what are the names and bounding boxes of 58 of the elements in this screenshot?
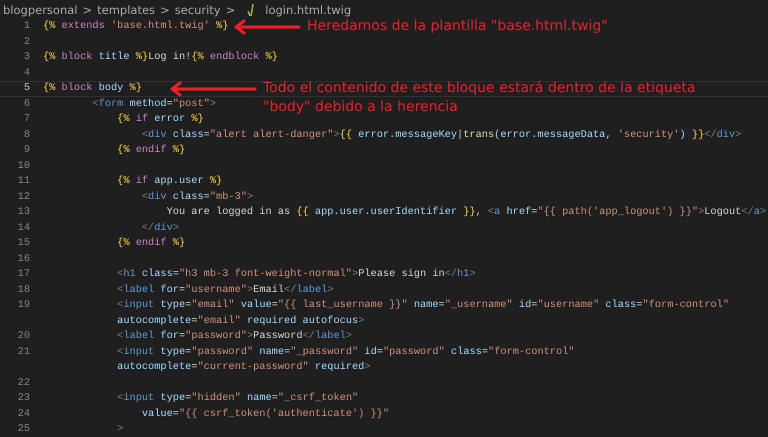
code-line: {% block body %} bbox=[43, 81, 142, 96]
code-line: <div class="alert alert-danger">{{ error.messageKey|trans(error.messageData, 'security') }}</div> bbox=[140, 128, 742, 142]
code-line: value="{{ csrf_token('authenticate') }}" bbox=[140, 406, 390, 422]
line-number: 16 bbox=[16, 252, 30, 266]
code-line: {% endif %} bbox=[116, 236, 186, 251]
code-line: You are logged in as {{ app.user.userIdentifier }}, <a href="{{ path('app_logout') }}">Logout</a> bbox=[166, 205, 766, 220]
code-line: <div class="mb-3"> bbox=[140, 190, 254, 204]
line-number: 14 bbox=[16, 220, 30, 236]
code-line: <form method="post"> bbox=[91, 96, 216, 112]
breadcrumb-item[interactable]: security bbox=[174, 2, 221, 16]
line-number: 5 bbox=[22, 81, 30, 96]
breadcrumb-separator: > bbox=[226, 2, 236, 16]
code-line: > bbox=[116, 422, 124, 437]
breadcrumb-item[interactable]: login.html.twig bbox=[265, 2, 352, 16]
breadcrumb-separator: > bbox=[82, 2, 92, 16]
line-number: 11 bbox=[16, 174, 30, 189]
line-number: 1 bbox=[22, 19, 30, 34]
code-line: {% if app.user %} bbox=[116, 174, 222, 189]
line-number: 19 bbox=[16, 298, 30, 313]
breadcrumb-item[interactable]: blogpersonal bbox=[3, 2, 78, 16]
code-line: <input type="password" name="_password" id="password" class="form-control" bbox=[116, 344, 575, 360]
breadcrumb-item[interactable]: templates bbox=[97, 2, 156, 16]
line-number: 18 bbox=[16, 282, 30, 298]
code-line: </div> bbox=[140, 220, 179, 236]
line-number: 25 bbox=[16, 422, 30, 437]
code-line: {% extends 'base.html.twig' %} bbox=[43, 19, 228, 34]
code-line: {% if error %} bbox=[116, 112, 204, 127]
line-number: 10 bbox=[16, 158, 30, 174]
line-number: 22 bbox=[16, 376, 30, 390]
line-number: 12 bbox=[16, 190, 30, 204]
code-line: <input type="hidden" name="_csrf_token" bbox=[116, 391, 358, 406]
line-number: 3 bbox=[22, 50, 30, 65]
code-line: autocomplete="email" required autofocus> bbox=[116, 314, 364, 328]
file-icon bbox=[246, 4, 256, 16]
line-number: 8 bbox=[22, 128, 30, 142]
line-number: 13 bbox=[16, 205, 30, 220]
code-line: <label for="password">Password</label> bbox=[116, 329, 352, 344]
line-number: 2 bbox=[22, 34, 30, 50]
annotation-arrow bbox=[234, 20, 301, 34]
line-number: 17 bbox=[16, 267, 30, 282]
line-number: 7 bbox=[22, 112, 30, 127]
annotation-text: Todo el contenido de este bloque estará dentro de la etiqueta "body" debido a la herencia bbox=[263, 78, 696, 117]
breadcrumb-separator: > bbox=[160, 2, 170, 16]
line-number: 6 bbox=[22, 96, 30, 112]
line-number: 4 bbox=[22, 66, 30, 80]
code-line: autocomplete="current-password" required> bbox=[116, 360, 371, 375]
annotation-text: Heredamos de la plantilla "base.html.twig" bbox=[307, 16, 609, 36]
line-number: 24 bbox=[16, 406, 30, 422]
line-number: 20 bbox=[16, 329, 30, 344]
code-line: <input type="email" value="{{ last_username }}" name="_username" id="username" class="form-control" bbox=[116, 298, 730, 313]
line-number: 23 bbox=[16, 391, 30, 406]
code-line: {% block title %}Log in!{% endblock %} bbox=[43, 50, 278, 65]
code-line: {% endif %} bbox=[116, 143, 186, 158]
code-line: <h1 class="h3 mb-3 font-weight-normal">Please sign in</h1> bbox=[116, 267, 476, 282]
line-number: 21 bbox=[16, 344, 30, 360]
code-line: <label for="username">Email</label> bbox=[116, 282, 334, 298]
line-number: 9 bbox=[22, 143, 30, 158]
line-number: 15 bbox=[16, 236, 30, 251]
